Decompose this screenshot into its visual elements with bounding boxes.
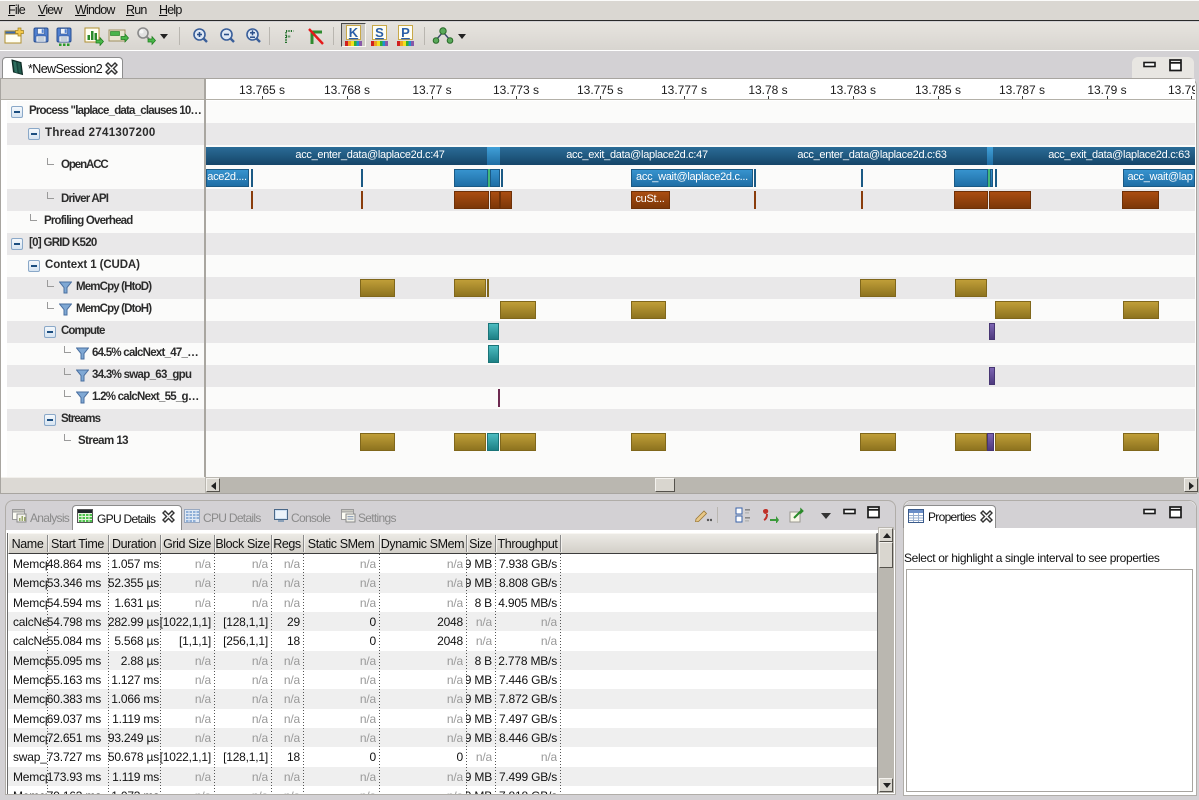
svg-text:S: S bbox=[375, 25, 384, 40]
svg-text:K: K bbox=[349, 25, 359, 40]
svg-text:P: P bbox=[401, 25, 410, 40]
